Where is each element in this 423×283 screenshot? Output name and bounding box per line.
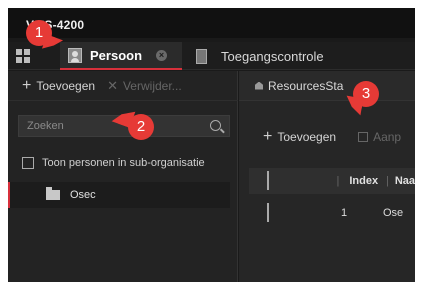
callout-marker: 2: [128, 114, 154, 140]
select-all-checkbox[interactable]: [267, 171, 269, 190]
callout-marker: 3: [353, 81, 379, 107]
tab-close-icon[interactable]: ×: [156, 49, 168, 61]
table-header: | Index | Naa: [249, 168, 415, 194]
add-person-button[interactable]: + Toevoegen: [263, 129, 336, 145]
plus-icon: +: [263, 128, 273, 145]
tab-toegangscontrole[interactable]: Toegangscontrole: [190, 42, 390, 70]
row-checkbox[interactable]: [267, 203, 269, 222]
add-person-label: Toevoegen: [277, 130, 337, 144]
resources-status-label: ResourcesSta: [268, 78, 344, 93]
search-icon[interactable]: [210, 120, 221, 131]
person-panel: ResourcesSta + Toevoegen Aanp | Index | …: [239, 71, 415, 282]
table-row[interactable]: 1 Ose: [249, 200, 415, 226]
person-card-icon: [68, 47, 82, 63]
organization-panel: + Toevoegen ✕ Verwijder... Toon personen…: [8, 71, 238, 282]
add-organization-button[interactable]: + Toevoegen: [22, 76, 96, 94]
grid-menu-icon[interactable]: [16, 49, 30, 63]
column-header-name[interactable]: Naa: [395, 175, 415, 187]
tree-item-osec[interactable]: Osec: [8, 182, 230, 208]
delete-label: Verwijder...: [122, 78, 182, 93]
add-label: Toevoegen: [36, 78, 96, 93]
title-bar: VMS-4200: [8, 8, 415, 38]
tab-toegangscontrole-label: Toegangscontrole: [221, 48, 324, 64]
row-select-cell: [249, 203, 289, 222]
row-name: Ose: [383, 207, 404, 219]
door-icon: [196, 48, 207, 64]
resources-status-header[interactable]: ResourcesSta: [239, 71, 415, 101]
tree-item-label: Osec: [70, 189, 96, 201]
tab-persoon-label: Persoon: [90, 47, 143, 63]
callout-marker: 1: [26, 20, 52, 46]
close-icon: ✕: [107, 77, 118, 93]
home-icon: [255, 81, 263, 90]
edit-person-button[interactable]: Aanp: [358, 130, 401, 144]
organization-toolbar: + Toevoegen ✕ Verwijder...: [8, 71, 238, 101]
edit-label: Aanp: [373, 130, 402, 144]
select-all-cell: [249, 171, 285, 190]
tab-bar: Persoon × Toegangscontrole: [8, 42, 415, 70]
column-separator: |: [385, 175, 389, 187]
row-index: 1: [341, 207, 348, 219]
folder-icon: [46, 187, 60, 200]
column-separator: |: [336, 175, 340, 187]
plus-icon: +: [22, 76, 32, 94]
delete-organization-button[interactable]: ✕ Verwijder...: [107, 78, 182, 94]
show-sub-org-option[interactable]: Toon personen in sub-organisatie: [22, 157, 205, 169]
person-toolbar: + Toevoegen Aanp: [239, 123, 415, 151]
tab-persoon[interactable]: Persoon ×: [60, 42, 182, 70]
show-sub-org-checkbox[interactable]: [22, 157, 34, 169]
show-sub-org-label: Toon personen in sub-organisatie: [42, 157, 205, 169]
column-header-index[interactable]: Index: [349, 175, 386, 187]
edit-icon: [358, 132, 369, 142]
app-window: VMS-4200 Persoon × Toegangscontrole + To…: [8, 8, 415, 282]
